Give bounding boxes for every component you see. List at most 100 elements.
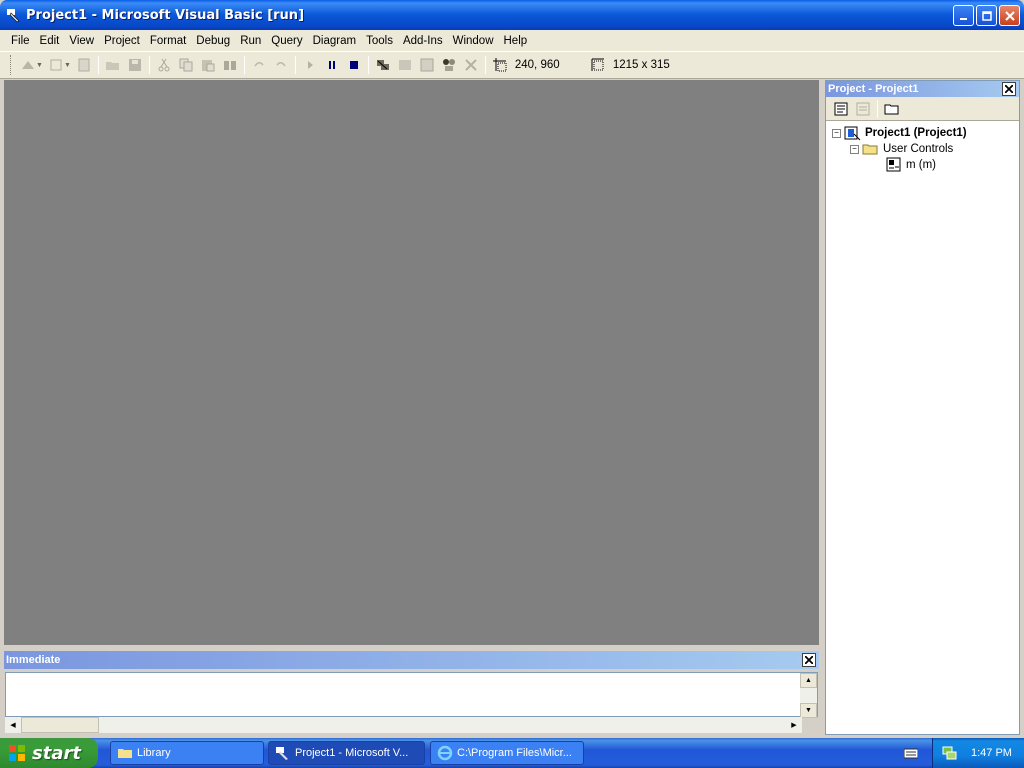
scroll-up-icon[interactable]: ▲ — [800, 673, 817, 688]
project-close-button[interactable] — [1002, 82, 1016, 96]
tree-node-user-controls[interactable]: − User Controls — [828, 141, 1019, 157]
close-button[interactable] — [999, 5, 1020, 26]
menu-diagram[interactable]: Diagram — [308, 30, 361, 52]
undo-button[interactable] — [248, 54, 270, 76]
project-explorer: Project - Project1 − Project1 (Project1)… — [825, 80, 1020, 735]
network-icon[interactable] — [941, 745, 957, 761]
paste-button[interactable] — [197, 54, 219, 76]
tree-node-user-control[interactable]: m (m) — [828, 157, 1019, 173]
standard-toolbar: ▼ ▼ 240, 960 1215 x 315 — [0, 52, 1024, 79]
redo-button[interactable] — [270, 54, 292, 76]
pause-icon — [328, 61, 335, 69]
mdi-workspace[interactable] — [4, 80, 819, 645]
menu-format[interactable]: Format — [145, 30, 191, 52]
maximize-button[interactable] — [976, 5, 997, 26]
start-button[interactable]: start — [0, 738, 98, 768]
visual-basic-icon — [7, 9, 20, 23]
scroll-down-icon[interactable]: ▼ — [800, 703, 817, 718]
collapse-icon[interactable]: − — [832, 128, 841, 138]
view-object-icon — [856, 102, 870, 115]
find-button[interactable] — [219, 54, 241, 76]
user-control-icon — [886, 157, 901, 172]
close-icon — [805, 656, 813, 664]
task-library[interactable]: Library — [110, 741, 264, 765]
toggle-folders-button[interactable] — [881, 98, 903, 120]
task-label: C:\Program Files\Micr... — [457, 747, 572, 759]
menu-bar: File Edit View Project Format Debug Run … — [0, 30, 1024, 52]
menu-debug[interactable]: Debug — [191, 30, 235, 52]
immediate-input[interactable]: ▲ ▼ — [5, 672, 818, 718]
immediate-window: Immediate ▲ ▼ ◀ ▶ — [4, 651, 819, 733]
task-visual-basic[interactable]: Project1 - Microsoft V... — [268, 741, 425, 765]
clock[interactable]: 1:47 PM — [971, 747, 1012, 759]
separator — [148, 56, 150, 74]
menu-run[interactable]: Run — [235, 30, 266, 52]
task-internet-explorer[interactable]: C:\Program Files\Micr... — [430, 741, 584, 765]
taskbar: start Library Project1 - Microsoft V... … — [0, 738, 1024, 768]
immediate-close-button[interactable] — [802, 653, 816, 667]
close-icon — [1005, 85, 1013, 93]
task-label: Project1 - Microsoft V... — [295, 747, 409, 759]
keyboard-icon[interactable] — [903, 746, 919, 763]
object-browser-button[interactable] — [438, 54, 460, 76]
menu-edit[interactable]: Edit — [35, 30, 65, 52]
maximize-icon — [981, 10, 992, 21]
end-button[interactable] — [343, 54, 365, 76]
scroll-left-icon[interactable]: ◀ — [5, 717, 21, 733]
size-readout: 1215 x 315 — [612, 59, 670, 71]
minimize-icon — [959, 17, 967, 20]
start-label: start — [32, 742, 81, 764]
break-button[interactable] — [321, 54, 343, 76]
visual-basic-icon — [276, 747, 288, 760]
project-tree: − Project1 (Project1) − User Controls m … — [826, 121, 1019, 173]
vertical-scrollbar[interactable]: ▲ ▼ — [800, 673, 817, 718]
project-explorer-button[interactable] — [372, 54, 394, 76]
open-project-button[interactable] — [102, 54, 124, 76]
system-tray: 1:47 PM — [932, 738, 1024, 768]
folder-icon — [884, 104, 899, 114]
immediate-title-bar[interactable]: Immediate — [4, 651, 819, 669]
menu-view[interactable]: View — [64, 30, 99, 52]
menu-add-ins[interactable]: Add-Ins — [398, 30, 448, 52]
menu-query[interactable]: Query — [266, 30, 307, 52]
separator — [877, 99, 878, 118]
save-project-button[interactable] — [124, 54, 146, 76]
toolbox-button[interactable] — [460, 54, 482, 76]
menu-help[interactable]: Help — [499, 30, 533, 52]
scroll-right-icon[interactable]: ▶ — [786, 717, 802, 733]
view-code-button[interactable] — [830, 98, 852, 120]
title-bar[interactable]: Project1 - Microsoft Visual Basic [run] — [0, 0, 1024, 30]
cut-button[interactable] — [153, 54, 175, 76]
project-title-bar[interactable]: Project - Project1 — [826, 81, 1019, 97]
scissors-icon — [158, 58, 170, 72]
toolbar-grip[interactable] — [10, 55, 13, 75]
windows-logo-icon — [9, 745, 25, 761]
menu-editor-button[interactable] — [73, 54, 95, 76]
position-readout: 240, 960 — [514, 59, 560, 71]
menu-tools[interactable]: Tools — [361, 30, 398, 52]
view-object-button[interactable] — [852, 98, 874, 120]
start-button[interactable] — [299, 54, 321, 76]
copy-button[interactable] — [175, 54, 197, 76]
menu-project[interactable]: Project — [99, 30, 145, 52]
properties-icon — [398, 60, 411, 70]
scroll-thumb[interactable] — [21, 717, 99, 733]
tree-node-project[interactable]: − Project1 (Project1) — [828, 125, 1019, 141]
menu-window[interactable]: Window — [448, 30, 499, 52]
redo-icon — [276, 62, 286, 67]
position-indicator-icon — [489, 54, 511, 76]
chevron-down-icon[interactable]: ▼ — [36, 62, 43, 69]
separator — [367, 56, 369, 74]
properties-window-button[interactable] — [394, 54, 416, 76]
form-layout-button[interactable] — [416, 54, 438, 76]
minimize-button[interactable] — [953, 5, 974, 26]
project-explorer-icon — [376, 60, 389, 70]
chevron-down-icon[interactable]: ▼ — [64, 62, 71, 69]
horizontal-scrollbar[interactable]: ◀ ▶ — [5, 717, 802, 733]
collapse-icon[interactable]: − — [850, 144, 859, 154]
separator — [97, 56, 99, 74]
form-layout-icon — [420, 58, 434, 72]
tree-label-m: m (m) — [906, 159, 937, 171]
menu-file[interactable]: File — [6, 30, 35, 52]
open-folder-icon — [862, 144, 878, 155]
